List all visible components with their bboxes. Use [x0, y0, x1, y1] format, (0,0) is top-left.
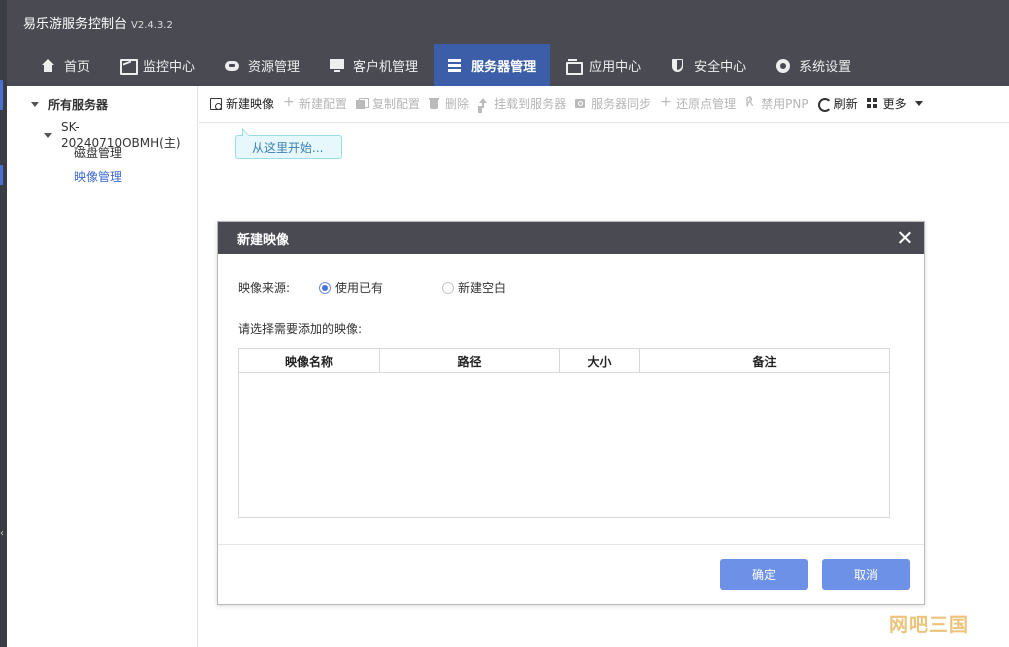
refresh-label: 刷新: [833, 96, 858, 111]
tree-item-label: 磁盘管理: [74, 146, 123, 160]
tree-item-image[interactable]: 映像管理: [74, 168, 122, 185]
nav-label: 客户机管理: [353, 59, 419, 75]
top-header: 易乐游服务控制台 V2.4.3.2 首页 监控中心 资源管理 客户机管理 服务器管…: [7, 0, 1009, 86]
server-tree: 所有服务器 SK-20240710OBMH(主) 磁盘管理 映像管理: [7, 86, 198, 647]
tree-root-label: 所有服务器: [48, 98, 109, 112]
new-image-label: 新建映像: [226, 96, 275, 111]
nav-label: 服务器管理: [471, 59, 537, 75]
disable-pnp-button[interactable]: 禁用PNP: [745, 95, 808, 112]
nav-label: 首页: [64, 59, 91, 75]
main-nav: 首页 监控中心 资源管理 客户机管理 服务器管理 应用中心 安全中心 系统设置: [27, 44, 867, 86]
watermark-logo: 网吧三国: [889, 614, 970, 636]
background-window-edge: ‹: [0, 0, 7, 647]
mount-button[interactable]: 挂载到服务器: [478, 95, 566, 112]
new-config-label: 新建配置: [299, 96, 348, 111]
refresh-icon: [817, 97, 832, 112]
toolbar-divider: [199, 122, 1009, 123]
start-tooltip: 从这里开始...: [235, 128, 342, 159]
column-header-path[interactable]: 路径: [380, 349, 560, 373]
cancel-button[interactable]: 取消: [822, 559, 910, 590]
copy-config-button[interactable]: 复制配置: [356, 95, 420, 112]
radio-new-blank[interactable]: 新建空白: [442, 279, 506, 296]
nav-label: 监控中心: [143, 59, 196, 75]
radio-checked-icon[interactable]: [319, 281, 331, 294]
nav-security[interactable]: 安全中心: [657, 44, 760, 86]
table-header: 映像名称 路径 大小 备注: [239, 349, 889, 373]
resource-icon: [225, 59, 240, 72]
caret-down-icon[interactable]: [31, 102, 39, 107]
restore-label: 还原点管理: [676, 96, 737, 111]
more-button[interactable]: 更多: [866, 95, 923, 112]
upload-icon: [478, 97, 489, 109]
app-title: 易乐游服务控制台 V2.4.3.2: [23, 13, 173, 32]
column-header-note[interactable]: 备注: [640, 349, 889, 373]
client-icon: [330, 58, 345, 72]
nav-label: 安全中心: [694, 59, 747, 75]
choose-image-label: 请选择需要添加的映像:: [238, 322, 363, 336]
mount-label: 挂载到服务器: [494, 96, 567, 111]
chevron-down-icon: [914, 100, 923, 106]
app-icon: [566, 58, 584, 75]
toolbar: 新建映像 新建配置 复制配置 删除 挂载到服务器 服务器同步 还原点管理 禁用P…: [199, 88, 932, 118]
nav-monitor[interactable]: 监控中心: [106, 44, 209, 86]
new-image-button[interactable]: 新建映像: [210, 95, 274, 112]
radio-label: 新建空白: [458, 281, 507, 295]
new-image-dialog: 新建映像 映像来源: 使用已有 新建空白 请选择需要添加的映像: 映像名称 路径…: [217, 221, 925, 605]
copy-icon: [356, 97, 370, 109]
edge-highlight: [0, 165, 3, 185]
nav-label: 资源管理: [248, 59, 301, 75]
tree-item-label: 映像管理: [74, 170, 123, 184]
dialog-footer-divider: [218, 544, 924, 545]
copy-config-label: 复制配置: [372, 96, 421, 111]
more-label: 更多: [882, 96, 907, 111]
nav-server[interactable]: 服务器管理: [434, 44, 551, 86]
restore-button[interactable]: 还原点管理: [660, 94, 737, 112]
new-image-icon: [210, 97, 222, 110]
ok-button[interactable]: 确定: [720, 559, 808, 590]
nav-resource[interactable]: 资源管理: [211, 44, 314, 86]
nav-app[interactable]: 应用中心: [552, 44, 655, 86]
image-table: 映像名称 路径 大小 备注: [238, 348, 890, 518]
nav-label: 应用中心: [589, 59, 642, 75]
new-config-button[interactable]: 新建配置: [283, 94, 348, 112]
source-label: 映像来源:: [238, 281, 291, 295]
nav-home[interactable]: 首页: [27, 44, 104, 86]
refresh-button[interactable]: 刷新: [817, 95, 858, 112]
column-header-size[interactable]: 大小: [560, 349, 640, 373]
radio-unchecked-icon[interactable]: [442, 281, 454, 294]
nav-client[interactable]: 客户机管理: [316, 44, 432, 86]
sync-icon: [575, 98, 586, 109]
gear-icon: [776, 58, 791, 73]
dialog-title: 新建映像: [237, 232, 290, 248]
chevron-left-icon: ‹: [0, 528, 4, 539]
close-icon[interactable]: [899, 231, 911, 243]
sync-button[interactable]: 服务器同步: [575, 95, 651, 112]
app-version: V2.4.3.2: [131, 20, 173, 31]
plus-icon: [283, 94, 295, 110]
delete-button[interactable]: 删除: [429, 95, 469, 112]
disable-pnp-label: 禁用PNP: [761, 96, 809, 111]
plus-icon: [660, 94, 672, 110]
shield-icon: [671, 58, 685, 72]
radio-label: 使用已有: [335, 281, 384, 295]
home-icon: [41, 58, 55, 72]
tree-item-disk[interactable]: 磁盘管理: [74, 144, 122, 161]
tree-root[interactable]: 所有服务器: [31, 96, 108, 113]
sync-label: 服务器同步: [591, 96, 652, 111]
caret-down-icon[interactable]: [44, 133, 52, 138]
delete-label: 删除: [445, 96, 470, 111]
radio-use-existing[interactable]: 使用已有: [319, 279, 383, 296]
edge-highlight: [0, 80, 3, 110]
trash-icon: [429, 97, 440, 109]
dialog-header: 新建映像: [218, 222, 924, 254]
column-header-name[interactable]: 映像名称: [239, 349, 380, 373]
server-icon: [448, 58, 462, 72]
pnp-icon: [745, 95, 756, 109]
nav-settings[interactable]: 系统设置: [762, 44, 865, 86]
grid-icon: [866, 97, 878, 109]
monitor-icon: [120, 58, 139, 75]
app-title-text: 易乐游服务控制台: [23, 17, 128, 32]
nav-label: 系统设置: [799, 59, 852, 75]
